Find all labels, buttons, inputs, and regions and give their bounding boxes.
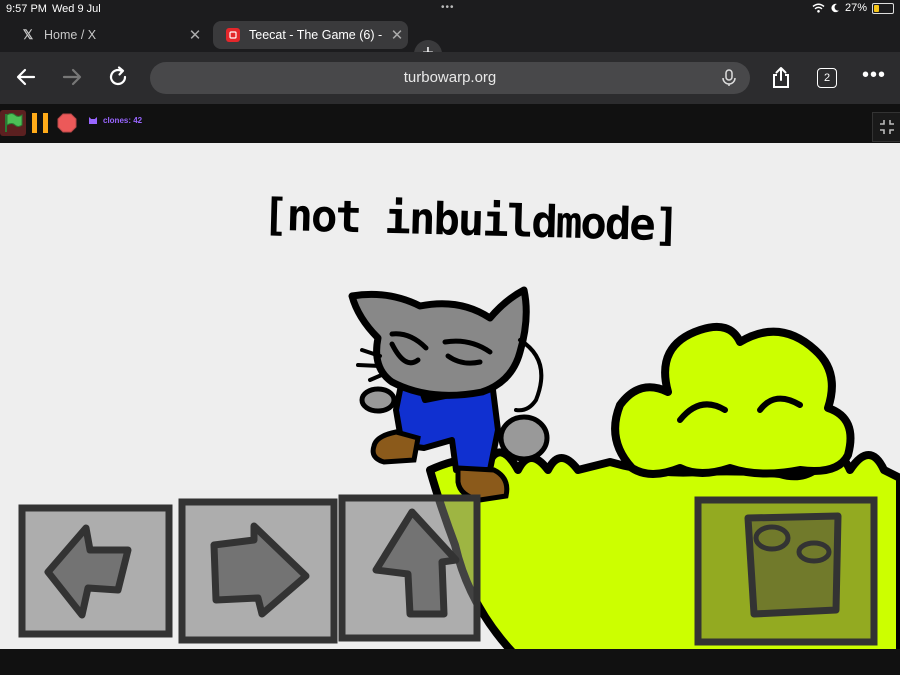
browser-toolbar: turbowarp.org 2 ••• [0, 52, 900, 104]
x-logo-icon: 𝕏 [22, 27, 34, 42]
tab-bar: 𝕏 Home / X ✕ Teecat - The Game (6) - ...… [0, 18, 900, 68]
pause-icon-bar [32, 113, 37, 133]
build-mode-label: [not inbuildmode] [261, 189, 679, 252]
battery-percent: 27% [844, 2, 867, 14]
tab-teecat[interactable]: Teecat - The Game (6) - ... ✕ [213, 21, 408, 49]
tab-count-button[interactable]: 2 [817, 68, 837, 88]
exit-fullscreen-button[interactable] [872, 112, 900, 142]
bottom-bar [0, 649, 900, 675]
tab-home-x[interactable]: 𝕏 Home / X ✕ [8, 21, 206, 49]
address-bar[interactable]: turbowarp.org [150, 62, 750, 94]
url-text: turbowarp.org [403, 69, 497, 86]
pause-icon-bar [43, 113, 48, 133]
microphone-icon[interactable] [720, 69, 738, 87]
clone-counter: clones: 42 [88, 115, 142, 125]
moon-icon [831, 3, 839, 13]
status-date: Wed 9 Jul [52, 3, 101, 15]
tab-title: Teecat - The Game (6) - ... [249, 28, 386, 42]
status-time: 9:57 PM [6, 3, 47, 15]
trash-button[interactable] [694, 496, 878, 646]
tab-title: Home / X [44, 28, 97, 42]
back-arrow-icon[interactable] [14, 65, 38, 89]
wifi-icon [812, 3, 825, 13]
reload-icon[interactable] [106, 65, 130, 89]
close-tab-icon[interactable]: ✕ [184, 26, 206, 44]
clones-label: clones: 42 [103, 115, 143, 125]
jump-button[interactable] [338, 494, 481, 642]
share-icon[interactable] [769, 66, 793, 90]
right-arrow-button[interactable] [178, 498, 338, 644]
stop-button[interactable] [57, 113, 77, 133]
turbowarp-favicon-icon [226, 28, 240, 42]
battery-icon [872, 2, 894, 14]
cat-head-icon [89, 117, 97, 124]
game-stage[interactable]: [not inbuildmode] [0, 143, 900, 649]
green-flag-button[interactable] [0, 110, 26, 136]
battery-fill [874, 4, 879, 12]
status-bar: 9:57 PM Wed 9 Jul ••• 27% [0, 0, 900, 18]
status-indicators: 27% [812, 2, 894, 14]
multitask-dots-icon[interactable]: ••• [441, 2, 455, 13]
green-flag-icon [5, 113, 23, 132]
forward-arrow-icon[interactable] [60, 65, 84, 89]
bush [611, 323, 855, 478]
player-controls: clones: 42 [0, 104, 900, 143]
collapse-icon [880, 120, 894, 134]
pause-button[interactable] [32, 113, 48, 133]
close-tab-icon[interactable]: ✕ [386, 26, 408, 44]
left-arrow-button[interactable] [18, 504, 173, 638]
more-menu-icon[interactable]: ••• [862, 64, 886, 87]
